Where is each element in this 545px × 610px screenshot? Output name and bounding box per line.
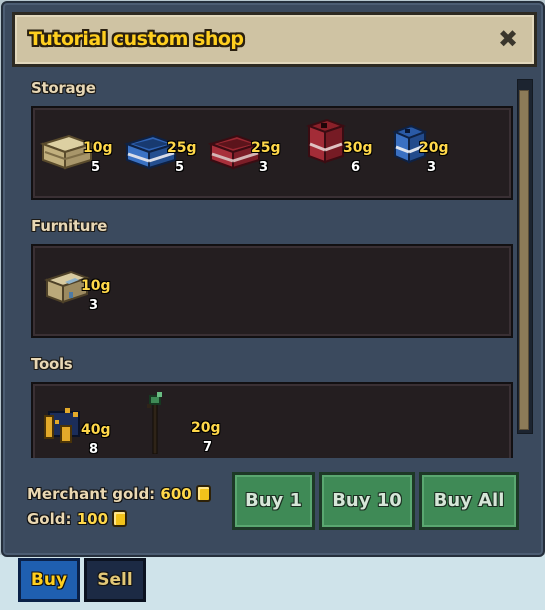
- window-title: Tutorial custom shop: [29, 28, 244, 50]
- item-price: 10g: [83, 140, 113, 156]
- item-quantity: 7: [203, 440, 213, 455]
- scrollbar-thumb[interactable]: [519, 90, 529, 430]
- item-quantity: 3: [427, 160, 437, 175]
- item-price: 25g: [251, 140, 281, 156]
- shop-window: Tutorial custom shop ✖ Storage 10g 5 25g…: [1, 1, 545, 557]
- item-price: 20g: [419, 140, 449, 156]
- close-icon[interactable]: ✖: [496, 25, 520, 53]
- item-quantity: 6: [351, 160, 361, 175]
- shop-item-tool-kit[interactable]: 40g 8: [41, 398, 113, 458]
- item-price: 10g: [81, 278, 111, 294]
- item-quantity: 3: [89, 298, 99, 313]
- item-quantity: 5: [175, 160, 185, 175]
- item-quantity: 3: [259, 160, 269, 175]
- item-quantity: 5: [91, 160, 101, 175]
- buy-all-button[interactable]: Buy All: [419, 472, 519, 530]
- storage-panel: 10g 5 25g 5 25g 3 30g 6 20g 3: [31, 106, 513, 200]
- item-price: 30g: [343, 140, 373, 156]
- shop-item-blue-crate[interactable]: 25g 5: [123, 124, 197, 186]
- gold-value: 100: [76, 510, 109, 528]
- tools-panel: 40g 8 20g 7: [31, 382, 513, 458]
- shop-item-red-cabinet[interactable]: 30g 6: [299, 118, 373, 186]
- buy-1-button[interactable]: Buy 1: [232, 472, 315, 530]
- world-ground: [0, 555, 545, 610]
- gold-coin-icon: [112, 510, 128, 527]
- staff-icon: [147, 392, 162, 454]
- furniture-panel: 10g 3: [31, 244, 513, 338]
- item-price: 40g: [81, 422, 111, 438]
- item-price: 20g: [191, 420, 221, 436]
- merchant-gold-value: 600: [160, 485, 192, 503]
- title-bar: Tutorial custom shop ✖: [12, 12, 537, 67]
- item-quantity: 8: [89, 442, 99, 457]
- player-gold: Gold: 100: [27, 510, 128, 528]
- shop-item-staff[interactable]: 20g 7: [137, 390, 221, 455]
- section-title-furniture: Furniture: [31, 217, 108, 235]
- merchant-gold: Merchant gold: 600: [27, 485, 211, 503]
- shop-item-red-crate[interactable]: 25g 3: [207, 124, 281, 186]
- shop-content: Storage 10g 5 25g 5 25g 3 30g 6 20g 3 Fu…: [12, 73, 537, 458]
- gold-label: Gold:: [27, 510, 72, 528]
- tab-buy[interactable]: Buy: [18, 558, 80, 602]
- merchant-gold-label: Merchant gold:: [27, 485, 156, 503]
- section-title-tools: Tools: [31, 355, 73, 373]
- tab-sell[interactable]: Sell: [84, 558, 146, 602]
- item-price: 25g: [167, 140, 197, 156]
- shop-item-blueprint-table[interactable]: 10g 3: [43, 264, 115, 326]
- shop-item-blue-cabinet[interactable]: 20g 3: [391, 124, 463, 186]
- buy-10-button[interactable]: Buy 10: [319, 472, 415, 530]
- gold-coin-icon: [195, 485, 211, 502]
- shop-item-wooden-crate[interactable]: 10g 5: [39, 124, 113, 186]
- section-title-storage: Storage: [31, 79, 96, 97]
